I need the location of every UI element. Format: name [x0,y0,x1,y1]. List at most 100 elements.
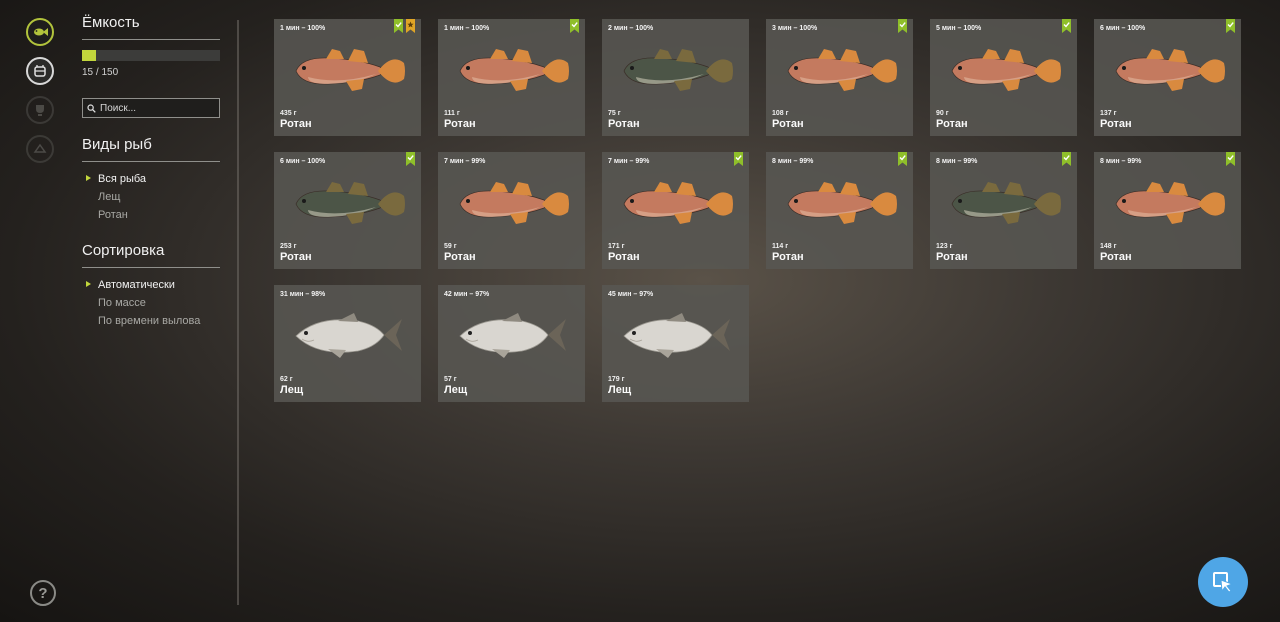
fish-weight: 59 г [444,243,457,250]
fish-card[interactable]: 31 мин – 98% 62 г Лещ [274,285,421,402]
species-option-all[interactable]: Вся рыба [82,170,220,188]
badges [898,152,907,166]
check-ribbon-icon [1226,19,1235,33]
catch-time: 6 мин – 100% [280,158,326,165]
fish-card[interactable]: 3 мин – 100% 108 г Ротан [766,19,913,136]
catch-time: 7 мин – 99% [444,158,486,165]
badges [1226,19,1235,33]
sort-list: Автоматически По массе По времени вылова [82,276,220,330]
check-ribbon-icon [898,152,907,166]
capacity-fill [82,50,96,61]
fish-card[interactable]: 8 мин – 99% 123 г Ротан [930,152,1077,269]
fish-image [1108,176,1228,228]
fish-card[interactable]: 5 мин – 100% 90 г Ротан [930,19,1077,136]
fish-card[interactable]: 6 мин – 100% 137 г Ротан [1094,19,1241,136]
fish-name: Ротан [608,118,640,130]
fish-image [616,309,736,361]
check-ribbon-icon [734,152,743,166]
trophy-icon[interactable] [26,96,54,124]
fish-weight: 179 г [608,376,625,383]
fish-icon[interactable] [26,18,54,46]
fish-image [780,176,900,228]
fish-card[interactable]: 7 мин – 99% 59 г Ротан [438,152,585,269]
fish-image [452,176,572,228]
badges [734,152,743,166]
search-input[interactable]: Поиск... [82,98,220,118]
sort-option-auto[interactable]: Автоматически [82,276,220,294]
fish-name: Ротан [772,251,804,263]
species-list: Вся рыба Лещ Ротан [82,170,220,224]
fish-name: Лещ [444,384,468,396]
cursor-mode-button[interactable] [1198,557,1248,607]
fish-card[interactable]: 1 мин – 100% 435 г Ротан [274,19,421,136]
fish-weight: 108 г [772,110,789,117]
help-icon[interactable]: ? [30,580,56,606]
fish-image [616,43,736,95]
fish-card[interactable]: 8 мин – 99% 114 г Ротан [766,152,913,269]
catch-time: 3 мин – 100% [772,25,818,32]
fish-name: Ротан [280,251,312,263]
check-ribbon-icon [1062,19,1071,33]
fish-card[interactable]: 2 мин – 100% 75 г Ротан [602,19,749,136]
fish-name: Ротан [280,118,312,130]
fish-name: Лещ [280,384,304,396]
fish-name: Ротан [936,118,968,130]
badges [406,152,415,166]
badges [898,19,907,33]
species-option-rotan[interactable]: Ротан [82,206,220,224]
badges [394,19,415,33]
fish-card[interactable]: 7 мин – 99% 171 г Ротан [602,152,749,269]
fish-weight: 62 г [280,376,293,383]
fish-card[interactable]: 45 мин – 97% 179 г Лещ [602,285,749,402]
fish-image [616,176,736,228]
fish-weight: 75 г [608,110,621,117]
fish-name: Ротан [444,251,476,263]
fish-image [288,43,408,95]
fish-card[interactable]: 8 мин – 99% 148 г Ротан [1094,152,1241,269]
fish-name: Лещ [608,384,632,396]
filter-panel: Ёмкость 15 / 150 Поиск... Виды рыб Вся р… [82,14,220,330]
check-ribbon-icon [898,19,907,33]
fish-card[interactable]: 42 мин – 97% 57 г Лещ [438,285,585,402]
badges [570,19,579,33]
catch-time: 1 мин – 100% [280,25,326,32]
fish-name: Ротан [1100,251,1132,263]
fish-name: Ротан [608,251,640,263]
catch-time: 42 мин – 97% [444,291,490,298]
fish-image [288,176,408,228]
species-option-bream[interactable]: Лещ [82,188,220,206]
catch-time: 45 мин – 97% [608,291,654,298]
check-ribbon-icon [1062,152,1071,166]
fish-weight: 114 г [772,243,789,250]
catch-time: 6 мин – 100% [1100,25,1146,32]
check-ribbon-icon [570,19,579,33]
species-title: Виды рыб [82,136,220,162]
catch-time: 2 мин – 100% [608,25,654,32]
sort-title: Сортировка [82,242,220,268]
catch-time: 8 мин – 99% [936,158,978,165]
record-icon[interactable] [26,135,54,163]
fish-weight: 148 г [1100,243,1117,250]
fish-weight: 253 г [280,243,297,250]
check-ribbon-icon [406,152,415,166]
catch-time: 31 мин – 98% [280,291,326,298]
fish-image [1108,43,1228,95]
catch-time: 7 мин – 99% [608,158,650,165]
fish-name: Ротан [444,118,476,130]
check-ribbon-icon [394,19,403,33]
fish-weight: 171 г [608,243,625,250]
sort-option-time[interactable]: По времени вылова [82,312,220,330]
keepnet-icon[interactable] [26,57,54,85]
fish-weight: 111 г [444,110,460,117]
capacity-bar [82,50,220,61]
fish-weight: 123 г [936,243,953,250]
fish-card[interactable]: 6 мин – 100% 253 г Ротан [274,152,421,269]
fish-image [452,43,572,95]
catch-time: 8 мин – 99% [1100,158,1142,165]
fish-card[interactable]: 1 мин – 100% 111 г Ротан [438,19,585,136]
sort-option-mass[interactable]: По массе [82,294,220,312]
fish-weight: 137 г [1100,110,1117,117]
trophy-ribbon-icon [406,19,415,33]
catch-time: 1 мин – 100% [444,25,490,32]
fish-image [780,43,900,95]
